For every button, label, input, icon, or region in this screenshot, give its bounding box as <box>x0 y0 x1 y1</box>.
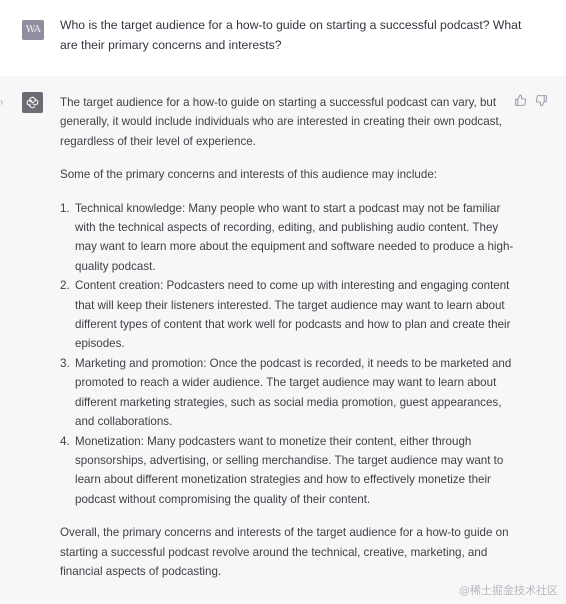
user-avatar: WA <box>22 20 44 40</box>
assistant-answer: The target audience for a how-to guide o… <box>60 93 516 595</box>
list-item-text: Monetization: Many podcasters want to mo… <box>75 434 504 506</box>
thumbs-down-icon[interactable] <box>535 94 548 107</box>
list-item-number: 4. <box>60 434 70 448</box>
assistant-message-row: › The target audience for a how-to guide… <box>0 76 566 604</box>
user-avatar-text: WA <box>25 25 41 35</box>
list-item: 2. Content creation: Podcasters need to … <box>60 276 516 354</box>
collapse-arrow-icon[interactable]: › <box>0 97 3 108</box>
list-item-number: 2. <box>60 279 70 293</box>
list-item: 1. Technical knowledge: Many people who … <box>60 199 516 277</box>
answer-lead: Some of the primary concerns and interes… <box>60 168 437 182</box>
concerns-list: 1. Technical knowledge: Many people who … <box>60 199 516 510</box>
user-message-row: WA Who is the target audience for a how-… <box>0 0 566 76</box>
list-item-text: Content creation: Podcasters need to com… <box>75 279 511 351</box>
list-item: 3. Marketing and promotion: Once the pod… <box>60 354 516 432</box>
answer-conclusion: Overall, the primary concerns and intere… <box>60 526 509 578</box>
openai-logo-icon <box>22 92 43 113</box>
list-item-text: Marketing and promotion: Once the podcas… <box>75 356 512 429</box>
list-item: 4. Monetization: Many podcasters want to… <box>60 432 516 510</box>
answer-intro: The target audience for a how-to guide o… <box>60 96 502 148</box>
list-item-text: Technical knowledge: Many people who wan… <box>75 201 514 273</box>
list-item-number: 1. <box>60 201 70 215</box>
list-item-number: 3. <box>60 356 70 370</box>
feedback-actions <box>514 94 548 107</box>
user-message-text: Who is the target audience for a how-to … <box>60 18 522 52</box>
watermark-text: @稀土掘金技术社区 <box>459 584 558 597</box>
